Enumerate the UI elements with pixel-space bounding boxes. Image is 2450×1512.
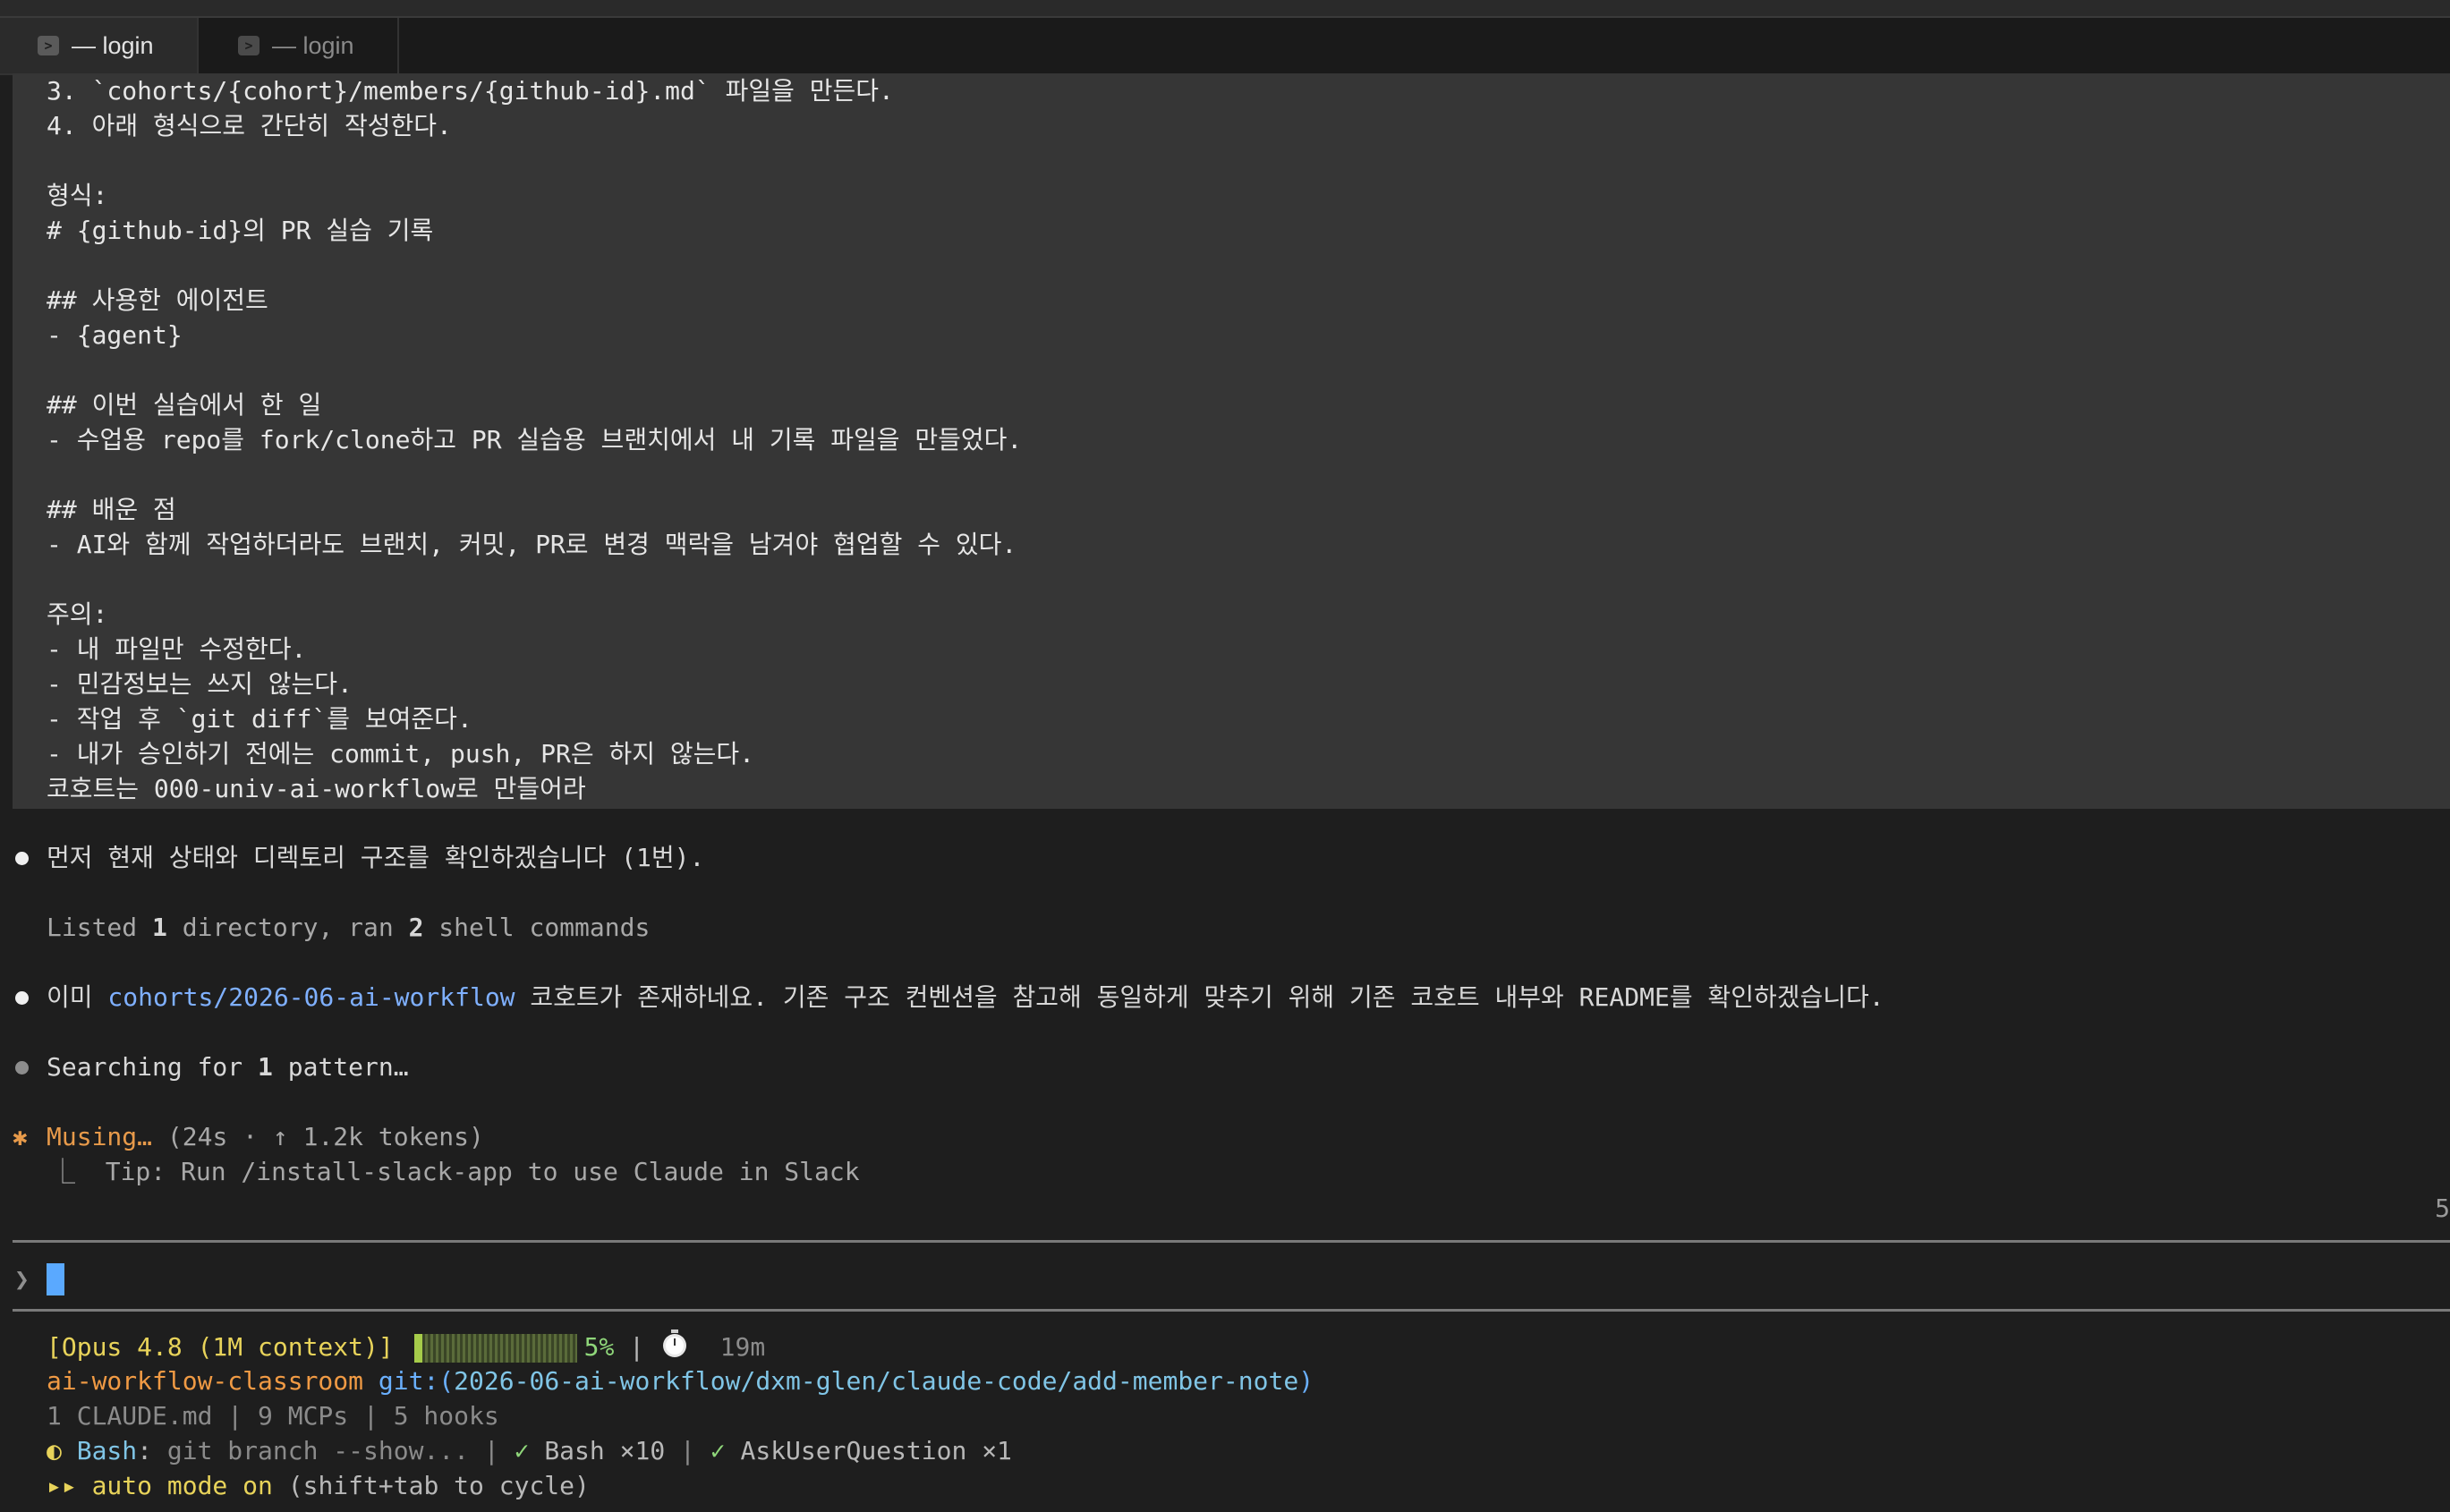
activity-spinner-icon: ◐: [47, 1436, 62, 1465]
message-bullet: [15, 852, 29, 865]
mode-label[interactable]: auto mode on: [77, 1471, 273, 1500]
prompt-line: # {github-id}의 PR 실습 기록: [47, 216, 434, 245]
prompt-line: - 내 파일만 수정한다.: [47, 634, 307, 664]
tab-label: — login: [272, 31, 354, 59]
prompt-line: 3. `cohorts/{cohort}/members/{github-id}…: [47, 76, 894, 106]
tab-bar: > — login > — login: [0, 18, 2450, 75]
repo-name: ai-workflow-classroom: [47, 1366, 364, 1396]
assistant-message: 먼저 현재 상태와 디렉토리 구조를 확인하겠습니다 (1번).: [47, 843, 705, 872]
mode-arrows-icon: ▸▸: [47, 1471, 77, 1500]
context-progress-fill: [413, 1334, 422, 1363]
tool-summary: Listed 1 directory, ran 2 shell commands: [47, 910, 650, 945]
check-icon: ✓: [710, 1436, 726, 1465]
scroll-indicator: 5: [2435, 1193, 2450, 1223]
spinner-word: Musing…: [47, 1122, 153, 1151]
status-separator: |: [629, 1332, 645, 1362]
input-divider-bottom: [13, 1309, 2450, 1312]
input-divider-top: [13, 1240, 2450, 1243]
model-label: [Opus 4.8 (1M context)]: [47, 1332, 394, 1362]
context-percent: 5%: [583, 1332, 615, 1362]
activity-item: Bash ×10: [529, 1436, 666, 1465]
status-config-line: 1 CLAUDE.md | 9 MCPs | 5 hooks: [47, 1401, 499, 1431]
git-prefix: git:(: [378, 1366, 455, 1396]
status-activity-line: ◐ Bash: git branch --show... | ✓ Bash ×1…: [47, 1433, 1012, 1468]
tab-login-1[interactable]: > — login: [0, 18, 199, 73]
tool-summary-count: 1: [152, 913, 167, 942]
prompt-line: 4. 아래 형식으로 간단히 작성한다.: [47, 111, 452, 140]
stopwatch-icon: [659, 1329, 690, 1368]
activity-item: AskUserQuestion ×1: [725, 1436, 1012, 1465]
prompt-line: - 내가 승인하기 전에는 commit, push, PR은 하지 않는다.: [47, 739, 754, 769]
tool-status: Searching for 1 pattern…: [47, 1049, 409, 1084]
tool-status-text: Searching for: [47, 1052, 259, 1082]
message-bullet: [15, 991, 29, 1005]
status-model-line: [Opus 4.8 (1M context)] 5% | 19m: [47, 1329, 765, 1368]
prompt-line: - 민감정보는 쓰지 않는다.: [47, 669, 353, 699]
context-progress-bar: [413, 1334, 577, 1363]
input-cursor[interactable]: [47, 1263, 64, 1295]
elapsed-time: 19m: [719, 1332, 766, 1362]
git-branch: 2026-06-ai-workflow/dxm-glen/claude-code…: [454, 1366, 1299, 1396]
cohort-path[interactable]: cohorts/2026-06-ai-workflow: [107, 982, 515, 1012]
prompt-caret-icon: ❯: [14, 1264, 30, 1294]
message-text: 코호트가 존재하네요. 기존 구조 컨벤션을 참고해 동일하게 맞추기 위해 기…: [515, 982, 1884, 1012]
terminal-icon: >: [38, 36, 59, 55]
tool-status-text: pattern…: [272, 1052, 409, 1082]
git-suffix: ): [1298, 1366, 1314, 1396]
activity-detail: git branch --show...: [152, 1436, 470, 1465]
assistant-message: 이미 cohorts/2026-06-ai-workflow 코호트가 존재하네…: [47, 980, 1884, 1015]
activity-colon: :: [137, 1436, 153, 1465]
tool-summary-text: shell commands: [423, 913, 651, 942]
tool-bullet: [15, 1061, 29, 1075]
prompt-line: ## 사용한 에이전트: [47, 285, 268, 315]
tab-label: — login: [72, 31, 154, 59]
activity-tool: Bash: [76, 1436, 138, 1465]
spinner-meta: (24s · ↑ 1.2k tokens): [166, 1122, 484, 1151]
mode-hint: (shift+tab to cycle): [272, 1471, 590, 1500]
check-icon: ✓: [514, 1436, 530, 1465]
prompt-line: 주의:: [47, 599, 108, 629]
prompt-line: - {agent}: [47, 320, 183, 350]
terminal-icon: >: [238, 36, 259, 55]
tool-status-count: 1: [258, 1052, 273, 1082]
activity-separator: |: [665, 1436, 710, 1465]
prompt-line: - AI와 함께 작업하더라도 브랜치, 커밋, PR로 변경 맥락을 남겨야 …: [47, 530, 1017, 559]
tip-line: ⎿ Tip: Run /install-slack-app to use Cla…: [50, 1157, 860, 1186]
tool-summary-count: 2: [408, 913, 424, 942]
spinner-line: Musing… (24s · ↑ 1.2k tokens): [47, 1119, 484, 1154]
window-top-strip: [0, 0, 2450, 18]
tab-login-2[interactable]: > — login: [200, 18, 399, 73]
prompt-line: - 수업용 repo를 fork/clone하고 PR 실습용 브랜치에서 내 …: [47, 425, 1023, 454]
message-text: 이미: [47, 982, 108, 1012]
mode-line: ▸▸ auto mode on (shift+tab to cycle): [47, 1468, 590, 1503]
prompt-line: ## 이번 실습에서 한 일: [47, 390, 322, 420]
spinner-icon: ✱: [13, 1122, 28, 1151]
prompt-line: 코호트는 000-univ-ai-workflow로 만들어라: [47, 774, 586, 803]
prompt-line: ## 배운 점: [47, 495, 176, 524]
prompt-line: 형식:: [47, 181, 108, 210]
activity-separator: |: [469, 1436, 515, 1465]
status-git-line: ai-workflow-classroom git:(2026-06-ai-wo…: [47, 1363, 1314, 1398]
tool-summary-text: directory, ran: [166, 913, 409, 942]
tool-summary-text: Listed: [47, 913, 153, 942]
prompt-line: - 작업 후 `git diff`를 보여준다.: [47, 704, 472, 734]
